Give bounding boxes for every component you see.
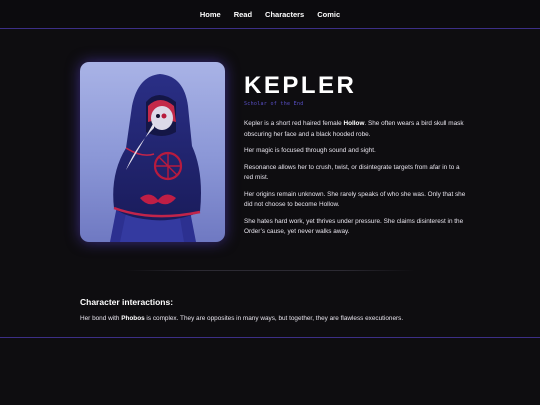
nav-link-characters[interactable]: Characters (265, 10, 304, 19)
interactions-heading: Character interactions: (80, 297, 174, 307)
character-portrait (80, 62, 225, 242)
bio-text: Kepler is a short red haired female (244, 120, 344, 127)
nav-link-home[interactable]: Home (200, 10, 221, 19)
character-bio: Kepler is a short red haired female Holl… (244, 119, 466, 244)
nav-link-comic[interactable]: Comic (317, 10, 340, 19)
bio-paragraph: Resonance allows her to crush, twist, or… (244, 163, 460, 182)
interactions-text-part: Her bond with (80, 315, 122, 322)
bio-paragraph: She hates hard work, yet thrives under p… (244, 217, 464, 236)
footer-divider (0, 337, 540, 338)
nav-link-read[interactable]: Read (234, 10, 252, 19)
character-portrait-illustration (80, 62, 225, 242)
interactions-character-name: Phobos (121, 315, 145, 322)
interactions-text: Her bond with Phobos is complex. They ar… (80, 315, 403, 322)
bio-paragraph: Her origins remain unknown. She rarely s… (244, 190, 466, 209)
character-name: KEPLER (244, 72, 357, 99)
bio-paragraph: Her magic is focused through sound and s… (244, 147, 376, 154)
section-divider (125, 270, 415, 271)
bio-paragraph: Kepler is a short red haired female Holl… (244, 119, 466, 140)
top-navigation: Home Read Characters Comic (0, 0, 540, 29)
interactions-text-part: is complex. They are opposites in many w… (144, 315, 404, 322)
character-subtitle: Scholar of the End (244, 101, 304, 107)
bio-highlight: Hollow (343, 120, 365, 127)
